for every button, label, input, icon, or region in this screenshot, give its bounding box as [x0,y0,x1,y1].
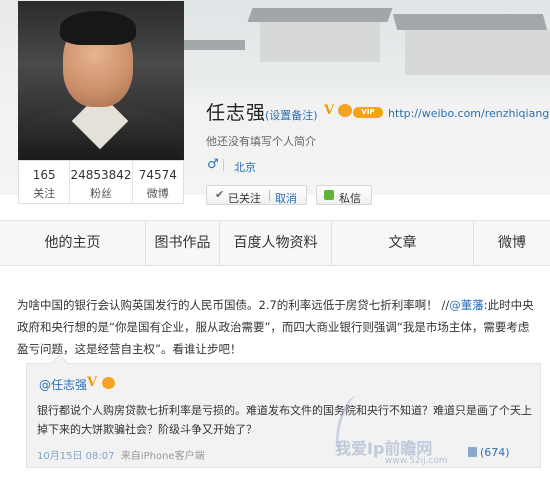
tab-articles[interactable]: 文章 [332,221,474,265]
post-text: 为啥中国的银行会认购英国发行的人民币国债。2.7的利率远低于房贷七折利率啊！ /… [17,294,537,360]
profile-tabs: 他的主页 图书作品 百度人物资料 文章 微博 [0,220,550,266]
profile-stats: 165 关注 24853842 粉丝 74574 微博 [18,160,184,204]
quoted-text: 银行都说个人购房贷款七折利率是亏损的。难道发布文件的国务院和央行不知道？难道只是… [37,404,532,436]
divider [269,190,270,201]
private-message-button[interactable]: 私信 [316,185,372,205]
follow-status: ✔ 已关注 取消 [206,185,307,205]
club-icon[interactable] [102,377,115,389]
banner-wall [260,22,380,62]
watermark-url: www.52ij.com [385,456,448,466]
stat-fans-label: 粉丝 [90,187,112,200]
unfollow-button[interactable]: 取消 [275,190,297,206]
quoted-post: @任志强 V 银行都说个人购房贷款七折利率是亏损的。难道发布文件的国务院和央行不… [26,354,541,468]
post-text-main: 为啥中国的银行会认购英国发行的人民币国债。2.7的利率远低于房贷七折利率啊！ /… [17,298,450,312]
tab-baidu-bio[interactable]: 百度人物资料 [220,221,332,265]
profile-name: 任志强 [206,102,267,124]
verified-v-icon[interactable]: V [324,104,338,117]
timestamp-link[interactable]: 10月15日 08:07 [37,451,114,462]
stat-following[interactable]: 165 关注 [19,161,71,203]
followed-label: 已关注 [228,192,261,205]
male-gender-icon: ♂ [207,157,219,172]
stat-fans[interactable]: 24853842 粉丝 [70,161,133,203]
banner-wall [405,30,550,75]
banner-roof [175,40,245,50]
avatar-hair [60,11,136,45]
quoted-meta: 10月15日 08:07 来自iPhone客户端 [37,447,205,462]
city-link[interactable]: 北京 [234,159,256,175]
tab-books[interactable]: 图书作品 [146,221,220,265]
tab-home[interactable]: 他的主页 [0,221,146,265]
stat-posts[interactable]: 74574 微博 [133,161,183,203]
message-icon [324,190,334,200]
stat-fans-count: 24853842 [70,168,132,182]
verified-v-icon[interactable]: V [87,375,97,390]
private-message-label: 私信 [339,192,361,205]
quoted-author-link[interactable]: @任志强 [39,376,87,393]
club-icon[interactable] [338,104,352,117]
stat-posts-label: 微博 [146,187,169,200]
stat-posts-count: 74574 [138,168,177,182]
banner-roof [392,14,548,30]
stat-following-label: 关注 [33,187,56,200]
profile-intro: 他还没有填写个人简介 [206,135,316,148]
avatar[interactable] [18,1,184,160]
set-remark-link[interactable]: (设置备注) [265,107,318,123]
vip-badge-icon[interactable]: VIP [353,107,383,118]
stat-following-count: 165 [32,168,56,182]
tab-weibo[interactable]: 微博 [474,221,550,265]
mention-link[interactable]: @董藩 [449,298,484,312]
check-icon: ✔ [215,188,225,201]
divider [223,159,224,171]
banner-roof [247,8,393,22]
like-count[interactable]: (674) [480,446,510,459]
source-label[interactable]: 来自iPhone客户端 [121,451,205,462]
like-icon[interactable] [468,447,477,457]
profile-url-link[interactable]: http://weibo.com/renzhiqiang [388,107,549,120]
